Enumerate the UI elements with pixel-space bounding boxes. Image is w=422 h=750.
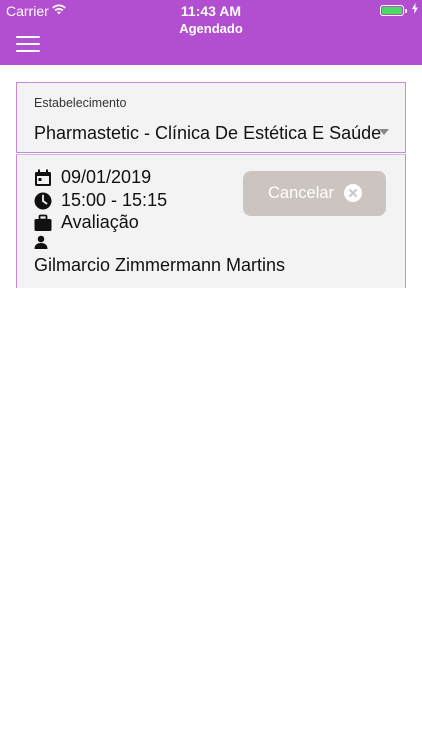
hamburger-menu-button[interactable] [16, 36, 40, 52]
calendar-icon [35, 169, 51, 186]
status-bar: Carrier 11:43 AM [0, 0, 422, 22]
hamburger-icon-line [16, 36, 40, 38]
battery-tip [405, 9, 407, 13]
appointment-date: 09/01/2019 [61, 167, 152, 187]
dropdown-arrow-icon [379, 129, 389, 135]
appointment-card: 09/01/2019 15:00 - 15:15 Avaliação Gilma… [16, 154, 406, 288]
establishment-value: Pharmastetic - Clínica De Estética E Saú… [34, 123, 382, 143]
appointment-time: 15:00 - 15:15 [61, 190, 168, 210]
app-header: Carrier 11:43 AM Agendado [0, 0, 422, 65]
close-circle-icon [344, 184, 362, 202]
battery-icon [380, 5, 404, 16]
clock-icon [34, 192, 52, 209]
hamburger-icon-line [16, 43, 40, 45]
time-row: 15:00 - 15:15 [34, 190, 167, 211]
appointment-professional: Gilmarcio Zimmermann Martins [34, 255, 286, 275]
professional-icon-row [34, 235, 57, 249]
cancel-button[interactable]: Cancelar [243, 171, 386, 216]
page-title: Agendado [179, 21, 243, 36]
status-time: 11:43 AM [180, 3, 242, 19]
establishment-select[interactable]: Estabelecimento Pharmastetic - Clínica D… [16, 82, 406, 153]
briefcase-icon [34, 214, 52, 231]
cancel-button-label: Cancelar [268, 184, 335, 202]
person-icon [34, 235, 48, 249]
service-row: Avaliação [34, 212, 139, 233]
charging-icon [412, 3, 418, 14]
establishment-label: Estabelecimento [34, 96, 127, 110]
date-row: 09/01/2019 [34, 167, 151, 188]
appointment-service: Avaliação [61, 212, 139, 232]
hamburger-icon-line [16, 50, 40, 52]
